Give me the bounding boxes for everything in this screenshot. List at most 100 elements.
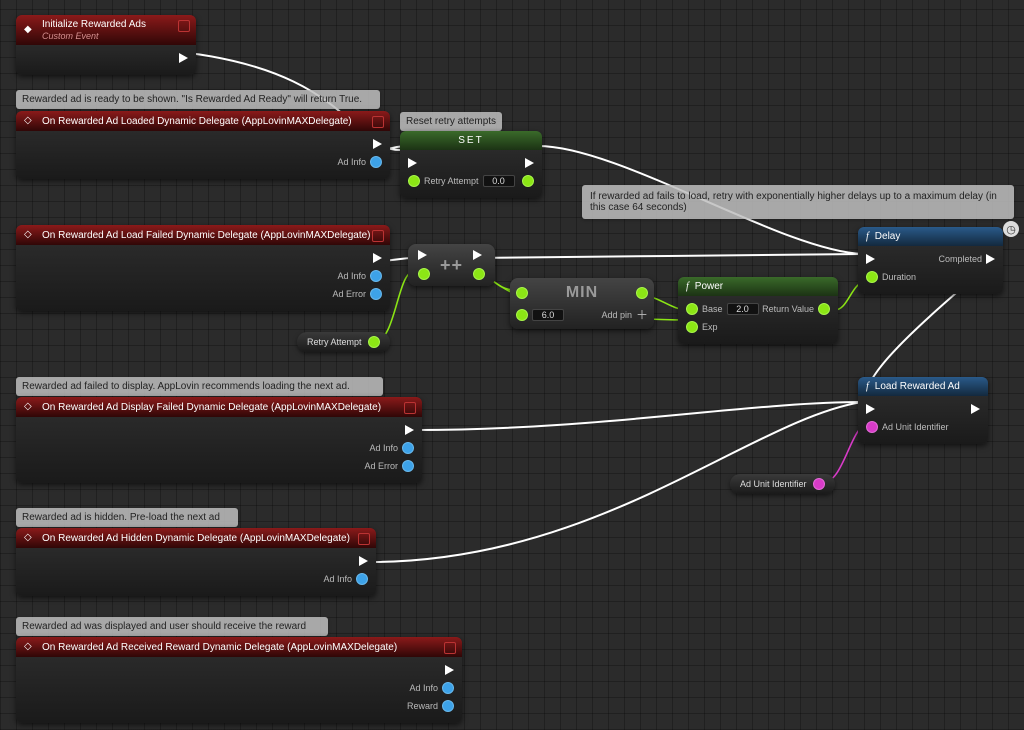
pin-label: Ad Info [337,157,366,167]
string-out-pin[interactable] [813,478,825,490]
obj-out-pin[interactable] [442,682,454,694]
node-on-rewarded-ad-display-failed[interactable]: ◇ On Rewarded Ad Display Failed Dynamic D… [16,397,422,483]
node-delay[interactable]: fDelay ◷ Completed Duration [858,227,1003,294]
event-icon: ◇ [24,641,36,653]
comment-reset[interactable]: Reset retry attempts [400,112,502,131]
node-header: fDelay [858,227,1003,246]
node-load-rewarded-ad[interactable]: fLoad Rewarded Ad Ad Unit Identifier [858,377,988,444]
exec-out-pin[interactable] [445,665,454,675]
node-initialize-rewarded-ads[interactable]: ◆ Initialize Rewarded Ads Custom Event [16,15,196,75]
comment-loaded[interactable]: Rewarded ad is ready to be shown. "Is Re… [16,90,380,109]
pin-label: Ad Info [323,574,352,584]
exec-out-pin[interactable] [179,53,188,63]
node-title: Delay [875,231,901,242]
node-header: SET [400,131,542,150]
node-title: ++ [440,255,463,276]
node-on-rewarded-ad-hidden[interactable]: ◇On Rewarded Ad Hidden Dynamic Delegate … [16,528,376,596]
comment-display-failed[interactable]: Rewarded ad failed to display. AppLovin … [16,377,383,396]
inline-value[interactable]: 2.0 [727,303,759,315]
obj-out-pin[interactable] [370,270,382,282]
pin-label: Reward [407,701,438,711]
node-set[interactable]: SET Retry Attempt 0.0 [400,131,542,198]
delegate-chip[interactable] [178,20,190,32]
comment-retry[interactable]: If rewarded ad fails to load, retry with… [582,185,1014,219]
exec-out-pin[interactable] [525,158,534,168]
obj-out-pin[interactable] [402,442,414,454]
exec-out-pin[interactable] [373,253,382,263]
node-title: On Rewarded Ad Load Failed Dynamic Deleg… [42,230,371,241]
obj-out-pin[interactable] [356,573,368,585]
event-icon: ◆ [24,24,36,36]
exec-in-pin[interactable] [866,254,875,264]
var-label: Retry Attempt [307,337,362,347]
exec-in-pin[interactable] [866,404,875,414]
blueprint-canvas[interactable]: Rewarded ad is ready to be shown. "Is Re… [0,0,1024,730]
pin-label: Ad Info [409,683,438,693]
exec-out-pin[interactable] [473,250,482,260]
exec-in-pin[interactable] [418,250,427,260]
float-in-pin[interactable] [408,175,420,187]
event-icon: ◇ [24,532,36,544]
event-icon: ◇ [24,401,36,413]
node-on-rewarded-ad-received-reward[interactable]: ◇ On Rewarded Ad Received Reward Dynamic … [16,637,462,723]
delegate-chip[interactable] [358,533,370,545]
float-out-pin[interactable] [818,303,830,315]
node-header: ◇ On Rewarded Ad Load Failed Dynamic Dele… [16,225,390,245]
exec-out-pin[interactable] [373,139,382,149]
node-header: ◇On Rewarded Ad Loaded Dynamic Delegate … [16,111,390,131]
obj-out-pin[interactable] [370,156,382,168]
exec-out-pin[interactable] [986,254,995,264]
delegate-chip[interactable] [372,116,384,128]
node-min[interactable]: MIN 6.0 Add pin ＋ [510,278,654,329]
pin-label: Retry Attempt [424,176,479,186]
node-title: SET [458,135,483,146]
float-in-pin[interactable] [686,303,698,315]
node-power[interactable]: fPower Base2.0 Return Value Exp [678,277,838,344]
node-header: ◇ On Rewarded Ad Display Failed Dynamic D… [16,397,422,417]
comment-hidden[interactable]: Rewarded ad is hidden. Pre-load the next… [16,508,238,527]
exec-out-pin[interactable] [359,556,368,566]
float-in-pin[interactable] [866,271,878,283]
float-out-pin[interactable] [473,268,485,280]
float-out-pin[interactable] [636,287,648,299]
exec-out-pin[interactable] [971,404,980,414]
var-label: Ad Unit Identifier [740,479,807,489]
pin-label: Ad Error [364,461,398,471]
pin-label: Ad Info [369,443,398,453]
obj-out-pin[interactable] [442,700,454,712]
node-title: On Rewarded Ad Received Reward Dynamic D… [42,642,397,653]
inline-value[interactable]: 6.0 [532,309,564,321]
float-in-pin[interactable] [516,287,528,299]
pin-label: Exp [702,322,718,332]
obj-out-pin[interactable] [402,460,414,472]
event-icon: ◇ [24,229,36,241]
delegate-chip[interactable] [444,642,456,654]
node-increment[interactable]: ++ [408,244,495,286]
var-ad-unit-identifier[interactable]: Ad Unit Identifier [730,474,835,494]
node-on-rewarded-ad-load-failed[interactable]: ◇ On Rewarded Ad Load Failed Dynamic Dele… [16,225,390,311]
pin-label: Duration [882,272,916,282]
node-on-rewarded-ad-loaded[interactable]: ◇On Rewarded Ad Loaded Dynamic Delegate … [16,111,390,179]
node-title: On Rewarded Ad Loaded Dynamic Delegate (… [42,116,352,127]
node-title: On Rewarded Ad Display Failed Dynamic De… [42,402,381,413]
node-subtitle: Custom Event [42,31,146,41]
float-out-pin[interactable] [368,336,380,348]
float-out-pin[interactable] [522,175,534,187]
add-pin-button[interactable]: Add pin ＋ [601,306,648,323]
inline-value[interactable]: 0.0 [483,175,515,187]
obj-out-pin[interactable] [370,288,382,300]
float-in-pin[interactable] [418,268,430,280]
exec-in-pin[interactable] [408,158,417,168]
float-in-pin[interactable] [516,309,528,321]
delegate-chip[interactable] [404,402,416,414]
node-header: ◇On Rewarded Ad Hidden Dynamic Delegate … [16,528,376,548]
delegate-chip[interactable] [372,230,384,242]
exec-out-pin[interactable] [405,425,414,435]
float-in-pin[interactable] [686,321,698,333]
node-title: MIN [566,284,598,302]
var-retry-attempt[interactable]: Retry Attempt [297,332,390,352]
string-in-pin[interactable] [866,421,878,433]
node-header: fPower [678,277,838,296]
node-header: ◆ Initialize Rewarded Ads Custom Event [16,15,196,45]
comment-reward[interactable]: Rewarded ad was displayed and user shoul… [16,617,328,636]
